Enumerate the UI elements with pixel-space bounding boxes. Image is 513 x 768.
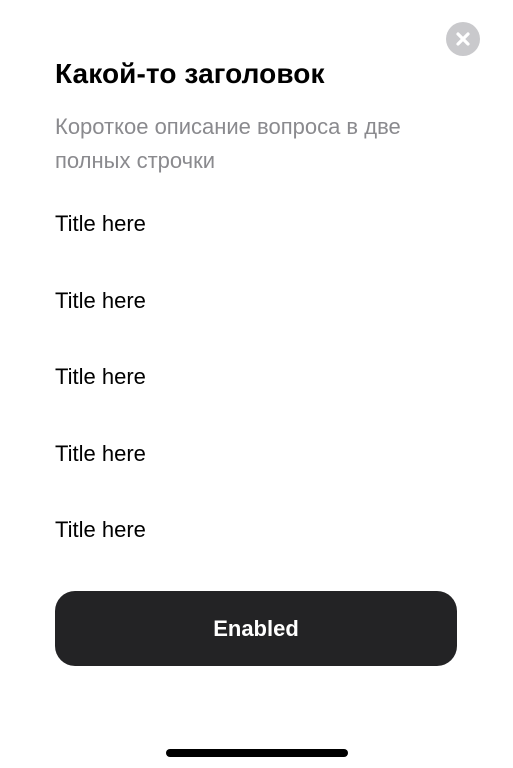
bottom-sheet-screen: Какой-то заголовок Короткое описание воп… xyxy=(0,0,513,768)
close-icon xyxy=(456,32,470,46)
list-item[interactable]: Title here xyxy=(55,353,457,430)
list-item-label: Title here xyxy=(55,287,146,313)
options-list: Title here Title here Title here Title h… xyxy=(55,200,457,583)
list-item-label: Title here xyxy=(55,364,146,389)
list-item[interactable]: Title here xyxy=(55,506,457,583)
list-item[interactable]: Title here xyxy=(55,277,457,354)
list-item[interactable]: Title here xyxy=(55,430,457,507)
sheet-description: Короткое описание вопроса в две полных с… xyxy=(55,114,401,173)
sheet-title: Какой-то заголовок xyxy=(55,58,325,89)
list-item-label: Title here xyxy=(55,211,146,236)
list-item[interactable]: Title here xyxy=(55,200,457,277)
list-item-label: Title here xyxy=(55,440,146,466)
enabled-button[interactable]: Enabled xyxy=(55,591,457,666)
list-item-label: Title here xyxy=(55,517,146,542)
close-button[interactable] xyxy=(446,22,480,56)
home-indicator xyxy=(166,749,348,757)
